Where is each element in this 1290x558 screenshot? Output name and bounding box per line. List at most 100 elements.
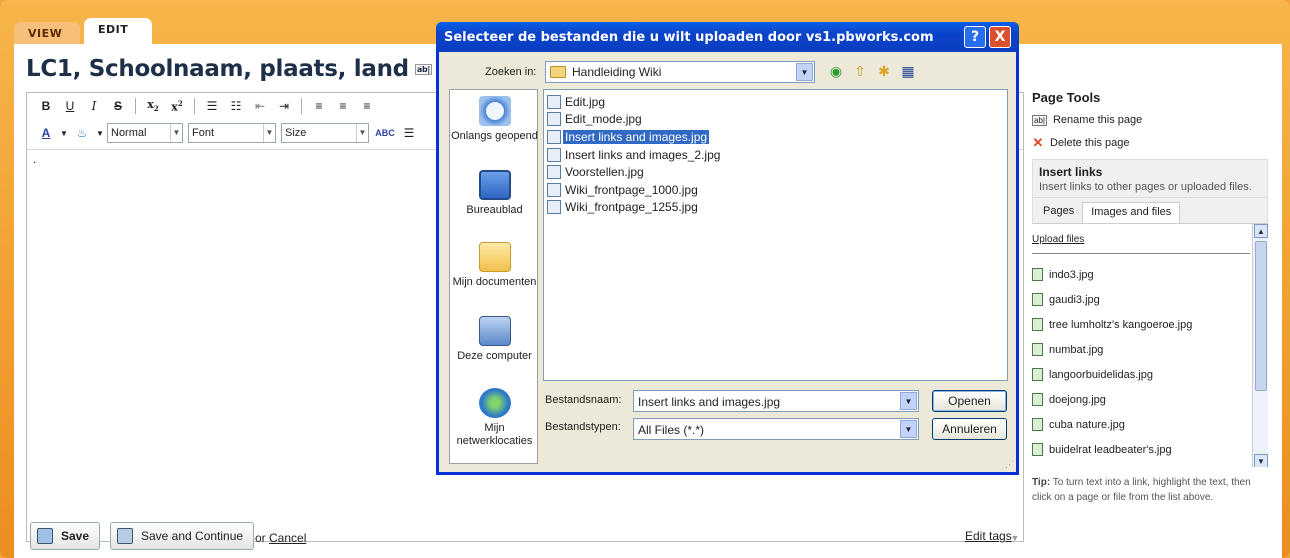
look-in-select[interactable]: Handleiding Wiki ▼ xyxy=(545,61,815,83)
image-file-icon xyxy=(1032,318,1043,331)
toolbar-divider xyxy=(135,98,136,114)
list-item[interactable]: numbat.jpg xyxy=(1032,337,1268,362)
bold-button[interactable]: B xyxy=(35,96,57,116)
indent-icon[interactable]: ⇥ xyxy=(273,96,295,116)
list-item[interactable]: cuba nature.jpg xyxy=(1032,412,1268,437)
chevron-down-icon: ▼ xyxy=(356,124,368,142)
size-select[interactable]: Size ▼ xyxy=(281,123,369,143)
image-file-icon xyxy=(1032,443,1043,456)
delete-icon: ✕ xyxy=(1032,135,1044,150)
bullet-list-icon[interactable]: ☰ xyxy=(201,96,223,116)
view-menu-icon[interactable]: ▦ xyxy=(899,62,917,80)
upload-files-link[interactable]: Upload files xyxy=(1032,234,1268,245)
dialog-title-bar[interactable]: Selecteer de bestanden die u wilt upload… xyxy=(436,22,1019,52)
chevron-down-icon: ▼ xyxy=(263,124,275,142)
place-network[interactable]: Mijn netwerklocaties xyxy=(450,388,539,448)
my-computer-icon xyxy=(478,316,511,346)
text-color-icon[interactable]: A xyxy=(35,123,57,143)
up-folder-icon[interactable]: ⇧ xyxy=(851,62,869,80)
cancel-link[interactable]: Cancel xyxy=(269,531,306,545)
scrollbar-thumb[interactable] xyxy=(1255,241,1267,391)
look-in-label: Zoeken in: xyxy=(485,66,537,78)
scroll-down-icon[interactable]: ▼ xyxy=(1254,454,1268,467)
dialog-nav-icons: ◉ ⇧ ✱ ▦ xyxy=(827,62,917,80)
underline-button[interactable]: U xyxy=(59,96,81,116)
italic-button[interactable]: I xyxy=(83,96,105,116)
tab-images-and-files[interactable]: Images and files xyxy=(1082,202,1181,223)
list-item[interactable]: Wiki_frontpage_1255.jpg xyxy=(547,199,1004,217)
cancel-button[interactable]: Annuleren xyxy=(932,418,1007,440)
rename-page-link[interactable]: ab| Rename this page xyxy=(1032,114,1270,126)
list-item[interactable]: Insert links and images_2.jpg xyxy=(547,146,1004,164)
my-documents-icon xyxy=(478,242,511,272)
superscript-button[interactable]: x2 xyxy=(166,96,188,116)
list-item[interactable]: buidelrat leadbeater's.jpg xyxy=(1032,437,1268,462)
toolbar-divider xyxy=(194,98,195,114)
font-select[interactable]: Font ▼ xyxy=(188,123,276,143)
file-upload-dialog: Selecteer de bestanden die u wilt upload… xyxy=(436,22,1019,475)
floppy-disk-icon xyxy=(37,528,53,544)
subscript-button[interactable]: x2 xyxy=(142,96,164,116)
places-bar: Onlangs geopend Bureaublad Mijn document… xyxy=(449,89,538,464)
image-file-icon xyxy=(1032,268,1043,281)
align-left-icon[interactable]: ≡ xyxy=(308,96,330,116)
page-tools-sidebar: Page Tools ab| Rename this page ✕ Delete… xyxy=(1032,88,1270,505)
place-my-documents[interactable]: Mijn documenten xyxy=(450,242,539,289)
align-center-icon[interactable]: ≡ xyxy=(332,96,354,116)
tab-pages[interactable]: Pages xyxy=(1035,202,1082,223)
save-button[interactable]: Save xyxy=(30,522,101,550)
list-item[interactable]: tree lumholtz's kangoeroe.jpg xyxy=(1032,312,1268,337)
new-folder-icon[interactable]: ✱ xyxy=(875,62,893,80)
list-item[interactable]: indo3.jpg xyxy=(1032,262,1268,287)
insert-tabs: Pages Images and files xyxy=(1032,198,1268,223)
rename-title-icon[interactable]: ab| xyxy=(414,64,432,75)
scroll-up-icon[interactable]: ▲ xyxy=(1254,224,1268,238)
chevron-down-icon[interactable]: ▼ xyxy=(900,420,917,438)
list-item[interactable]: doejong.jpg xyxy=(1032,387,1268,412)
list-item[interactable]: Wiki_frontpage_1000.jpg xyxy=(547,181,1004,199)
chevron-down-icon[interactable]: ▼ xyxy=(796,63,813,81)
save-continue-icon xyxy=(117,528,133,544)
page-title: LC1, Schoolnaam, plaats, land ab| xyxy=(26,56,432,82)
list-item[interactable]: Voorstellen.jpg xyxy=(547,163,1004,181)
place-my-computer[interactable]: Deze computer xyxy=(450,316,539,363)
delete-page-link[interactable]: ✕ Delete this page xyxy=(1032,135,1270,151)
back-icon[interactable]: ◉ xyxy=(827,62,845,80)
resize-grip-icon[interactable]: ⋰ xyxy=(1005,459,1014,470)
editor-toolbar-row-1: B U I S x2 x2 ☰ ☷ ⇤ ⇥ ≡ ≡ ≡ xyxy=(27,93,378,119)
tip-text: Tip: To turn text into a link, highlight… xyxy=(1032,477,1251,503)
list-item[interactable]: langoorbuidelidas.jpg xyxy=(1032,362,1268,387)
tab-edit[interactable]: EDIT xyxy=(84,18,152,44)
spellcheck-icon[interactable]: ABC xyxy=(374,123,396,143)
place-desktop[interactable]: Bureaublad xyxy=(450,170,539,217)
align-right-icon[interactable]: ≡ xyxy=(356,96,378,116)
filetype-select[interactable]: All Files (*.*) ▼ xyxy=(633,418,919,440)
format-select[interactable]: Normal ▼ xyxy=(107,123,183,143)
outdent-icon[interactable]: ⇤ xyxy=(249,96,271,116)
page-tools-title: Page Tools xyxy=(1032,90,1101,105)
numbered-list-icon[interactable]: ☷ xyxy=(225,96,247,116)
highlight-color-dropdown-icon[interactable]: ▼ xyxy=(95,123,105,143)
file-list-scrollbar[interactable]: ▲ ▼ xyxy=(1252,224,1268,467)
open-button[interactable]: Openen xyxy=(932,390,1007,412)
image-file-icon xyxy=(547,94,561,109)
help-button[interactable]: ? xyxy=(964,26,986,48)
image-file-icon xyxy=(547,112,561,127)
text-color-dropdown-icon[interactable]: ▼ xyxy=(59,123,69,143)
filename-input[interactable]: Insert links and images.jpg ▼ xyxy=(633,390,919,412)
cancel-area: or Cancel xyxy=(255,531,307,545)
list-item[interactable]: Edit_mode.jpg xyxy=(547,111,1004,129)
close-button[interactable]: X xyxy=(989,26,1011,48)
list-item-selected[interactable]: Insert links and images.jpg xyxy=(547,128,1004,146)
save-and-continue-button[interactable]: Save and Continue xyxy=(110,522,255,550)
rename-icon: ab| xyxy=(1032,114,1047,126)
list-item[interactable]: Edit.jpg xyxy=(547,93,1004,111)
strikethrough-button[interactable]: S xyxy=(107,96,129,116)
list-item[interactable]: gaudi3.jpg xyxy=(1032,287,1268,312)
tab-view[interactable]: VIEW xyxy=(14,22,80,44)
chevron-down-icon[interactable]: ▼ xyxy=(900,392,917,410)
highlight-color-icon[interactable]: ♨ xyxy=(71,123,93,143)
list-format-icon[interactable]: ☰ xyxy=(398,123,420,143)
place-recent[interactable]: Onlangs geopend xyxy=(450,96,539,143)
edit-tags-link[interactable]: Edit tags xyxy=(965,529,1012,543)
